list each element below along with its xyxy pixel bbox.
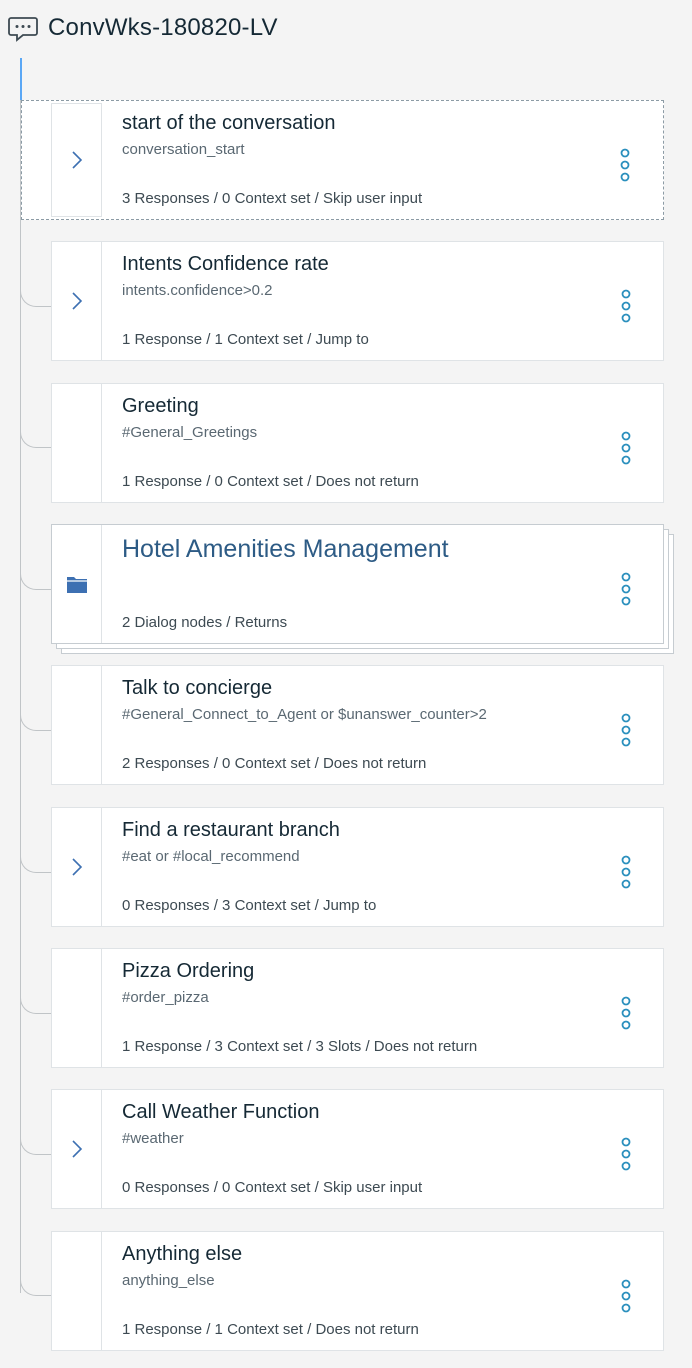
dialog-node[interactable]: Call Weather Function #weather 0 Respons… bbox=[51, 1089, 664, 1209]
node-gutter bbox=[52, 384, 102, 502]
node-title: Find a restaurant branch bbox=[122, 819, 340, 841]
chevron-right-icon bbox=[71, 858, 82, 876]
node-condition: #weather bbox=[122, 1130, 184, 1147]
node-title: Pizza Ordering bbox=[122, 960, 255, 982]
node-gutter bbox=[52, 666, 102, 784]
overflow-menu-icon[interactable] bbox=[621, 572, 631, 606]
node-condition: #General_Greetings bbox=[122, 424, 258, 441]
node-condition: #order_pizza bbox=[122, 989, 209, 1006]
chat-bubble-icon bbox=[8, 17, 38, 42]
workspace-header: ConvWks-180820-LV bbox=[7, 12, 278, 44]
node-title: Intents Confidence rate bbox=[122, 253, 329, 275]
tree-connector bbox=[20, 243, 51, 307]
node-gutter bbox=[52, 949, 102, 1067]
node-summary: 1 Response / 1 Context set / Does not re… bbox=[122, 1321, 419, 1338]
dialog-node[interactable]: Greeting #General_Greetings 1 Response /… bbox=[51, 383, 664, 503]
overflow-menu-icon[interactable] bbox=[621, 855, 631, 889]
node-summary: 0 Responses / 3 Context set / Jump to bbox=[122, 897, 377, 914]
dialog-node[interactable]: Pizza Ordering #order_pizza 1 Response /… bbox=[51, 948, 664, 1068]
folder-toggle[interactable] bbox=[52, 525, 102, 643]
chevron-right-icon bbox=[71, 1140, 82, 1158]
overflow-menu-icon[interactable] bbox=[621, 289, 631, 323]
folder-card[interactable]: Hotel Amenities Management 2 Dialog node… bbox=[51, 524, 664, 644]
dialog-node[interactable]: Talk to concierge #General_Connect_to_Ag… bbox=[51, 665, 664, 785]
expand-toggle[interactable] bbox=[52, 808, 102, 926]
tree-connector bbox=[20, 809, 51, 873]
folder-node[interactable]: Hotel Amenities Management 2 Dialog node… bbox=[51, 524, 677, 656]
folder-icon bbox=[66, 577, 87, 593]
node-title: Talk to concierge bbox=[122, 677, 273, 699]
tree-connector bbox=[20, 1091, 51, 1155]
node-summary: 2 Dialog nodes / Returns bbox=[122, 614, 288, 631]
tree-active-line bbox=[20, 58, 22, 100]
node-summary: 1 Response / 0 Context set / Does not re… bbox=[122, 473, 419, 490]
node-title: start of the conversation bbox=[122, 112, 336, 134]
chevron-right-icon bbox=[71, 151, 82, 169]
node-condition: #eat or #local_recommend bbox=[122, 848, 300, 865]
overflow-menu-icon[interactable] bbox=[621, 713, 631, 747]
node-condition: conversation_start bbox=[122, 141, 245, 158]
node-summary: 2 Responses / 0 Context set / Does not r… bbox=[122, 755, 427, 772]
node-condition: #General_Connect_to_Agent or $unanswer_c… bbox=[122, 706, 487, 723]
node-title: Call Weather Function bbox=[122, 1101, 320, 1123]
node-condition: intents.confidence>0.2 bbox=[122, 282, 273, 299]
expand-toggle[interactable] bbox=[51, 103, 102, 217]
node-title: Anything else bbox=[122, 1243, 243, 1265]
overflow-menu-icon[interactable] bbox=[620, 148, 630, 182]
expand-toggle[interactable] bbox=[52, 242, 102, 360]
overflow-menu-icon[interactable] bbox=[621, 1279, 631, 1313]
node-summary: 3 Responses / 0 Context set / Skip user … bbox=[122, 190, 423, 207]
node-summary: 1 Response / 1 Context set / Jump to bbox=[122, 331, 369, 348]
tree-connector bbox=[20, 667, 51, 731]
tree-connector bbox=[20, 1232, 51, 1296]
overflow-menu-icon[interactable] bbox=[621, 431, 631, 465]
overflow-menu-icon[interactable] bbox=[621, 996, 631, 1030]
folder-title: Hotel Amenities Management bbox=[122, 535, 449, 563]
tree-connector bbox=[20, 950, 51, 1014]
dialog-node[interactable]: start of the conversation conversation_s… bbox=[21, 100, 664, 220]
tree-connector bbox=[20, 526, 51, 590]
expand-toggle[interactable] bbox=[52, 1090, 102, 1208]
node-title: Greeting bbox=[122, 395, 199, 417]
workspace-title: ConvWks-180820-LV bbox=[48, 14, 278, 41]
node-condition: anything_else bbox=[122, 1272, 215, 1289]
dialog-node[interactable]: Intents Confidence rate intents.confiden… bbox=[51, 241, 664, 361]
node-gutter bbox=[52, 1232, 102, 1350]
node-summary: 0 Responses / 0 Context set / Skip user … bbox=[122, 1179, 423, 1196]
node-summary: 1 Response / 3 Context set / 3 Slots / D… bbox=[122, 1038, 478, 1055]
chevron-right-icon bbox=[71, 292, 82, 310]
dialog-node[interactable]: Anything else anything_else 1 Response /… bbox=[51, 1231, 664, 1351]
dialog-node[interactable]: Find a restaurant branch #eat or #local_… bbox=[51, 807, 664, 927]
tree-connector bbox=[20, 384, 51, 448]
overflow-menu-icon[interactable] bbox=[621, 1137, 631, 1171]
